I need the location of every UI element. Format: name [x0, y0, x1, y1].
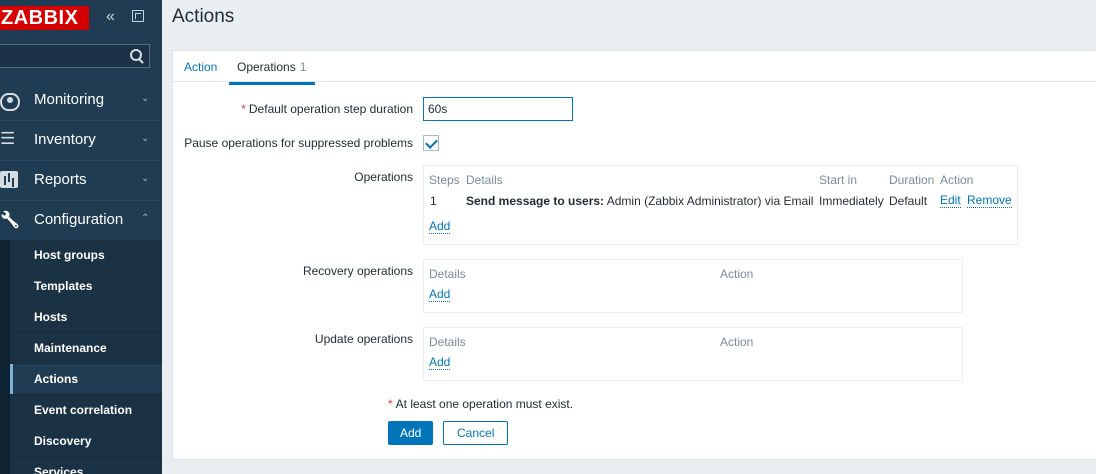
submenu-indent-bar [0, 240, 10, 474]
edit-operation-link[interactable]: Edit [940, 194, 961, 208]
page-title: Actions [172, 6, 235, 27]
action-form-panel: Action Operations 1 * Default operation st… [172, 50, 1096, 460]
recovery-operations-table: Details Action Add [423, 259, 963, 313]
menu-monitoring[interactable]: Monitoring ⌄ [0, 80, 162, 120]
pause-suppressed-checkbox[interactable] [423, 135, 439, 151]
chevron-down-icon: ⌄ [141, 93, 150, 104]
column-header: Details [429, 335, 466, 349]
chevron-up-icon: ⌃ [141, 213, 150, 224]
operation-start-in: Immediately [819, 194, 884, 208]
submenu-label: Event correlation [34, 403, 133, 417]
tab-action[interactable]: Action [184, 60, 217, 74]
column-header: Steps [429, 173, 460, 187]
submenu-label: Actions [34, 372, 79, 386]
operation-details: Send message to users: Admin (Zabbix Adm… [466, 194, 813, 208]
sidebar-search-input[interactable] [0, 44, 150, 68]
menu-configuration[interactable]: Configuration ⌃ [0, 200, 162, 240]
required-marker: * [388, 397, 393, 411]
add-operation-link[interactable]: Add [429, 220, 451, 234]
update-operations-table: Details Action Add [423, 327, 963, 381]
column-header: Action [720, 267, 754, 281]
operation-details-target: Admin (Zabbix Administrator) via Email [604, 194, 814, 208]
tab-label: Action [184, 60, 218, 74]
submenu-label: Services [34, 465, 84, 474]
column-header: Action [940, 173, 974, 187]
add-recovery-operation-link[interactable]: Add [429, 288, 451, 302]
sidebar: ZABBIX « Monitoring ⌄ Inventory ⌄ Report… [0, 0, 162, 474]
step-duration-label-text: Default operation step duration [248, 102, 413, 116]
menu-label: Configuration [34, 211, 124, 228]
step-duration-input[interactable] [423, 97, 573, 121]
search-icon[interactable] [130, 49, 144, 63]
column-header: Start in [819, 173, 858, 187]
collapse-sidebar-icon[interactable]: « [106, 9, 122, 25]
submenu-item-hosts[interactable]: Hosts [10, 302, 162, 332]
operations-label: Operations [354, 170, 413, 184]
menu-label: Monitoring [34, 91, 105, 108]
submenu-item-host-groups[interactable]: Host groups [10, 240, 162, 270]
add-button[interactable]: Add [388, 421, 434, 445]
chevron-down-icon: ⌄ [141, 133, 150, 144]
menu-reports[interactable]: Reports ⌄ [0, 160, 162, 200]
list-icon [0, 129, 20, 149]
submenu-item-maintenance[interactable]: Maintenance [10, 333, 162, 363]
column-header: Details [429, 267, 466, 281]
tab-operations[interactable]: Operations 1 [229, 60, 315, 85]
submenu-item-templates[interactable]: Templates [10, 271, 162, 301]
tab-count-badge: 1 [299, 60, 307, 74]
tab-label: Operations [237, 60, 296, 74]
menu-inventory[interactable]: Inventory ⌄ [0, 120, 162, 160]
submenu-label: Templates [34, 279, 93, 293]
cancel-button[interactable]: Cancel [443, 421, 509, 445]
tab-bar: Action Operations 1 [173, 51, 1096, 85]
step-duration-label: * Default operation step duration [173, 102, 413, 116]
menu-label: Inventory [34, 131, 96, 148]
menu-label: Reports [34, 171, 87, 188]
operation-details-type: Send message to users: [466, 194, 605, 208]
zabbix-logo[interactable]: ZABBIX [0, 6, 89, 30]
recovery-operations-label: Recovery operations [302, 264, 413, 278]
submenu-label: Discovery [34, 434, 92, 448]
kiosk-mode-icon[interactable] [132, 10, 144, 22]
column-header: Action [720, 335, 754, 349]
submenu-label: Host groups [34, 248, 105, 262]
logo-row: ZABBIX « [0, 0, 162, 38]
operations-table: Steps Details Start in Duration Action 1… [423, 165, 1018, 245]
update-operations-label: Update operations [314, 332, 413, 346]
operation-duration: Default [889, 194, 928, 208]
pause-suppressed-label: Pause operations for suppressed problems [184, 136, 413, 150]
submenu-item-discovery[interactable]: Discovery [10, 426, 162, 456]
submenu-item-event-correlation[interactable]: Event correlation [10, 395, 162, 425]
submenu-label: Hosts [34, 310, 68, 324]
eye-icon [0, 93, 20, 111]
bar-chart-icon [0, 171, 18, 188]
wrench-icon [0, 211, 20, 229]
column-header: Details [466, 173, 503, 187]
column-header: Duration [889, 173, 935, 187]
submenu-item-actions[interactable]: Actions [10, 364, 162, 394]
add-update-operation-link[interactable]: Add [429, 356, 451, 370]
operation-required-warning: * At least one operation must exist. [388, 397, 573, 411]
required-marker: * [241, 102, 246, 116]
submenu-item-services[interactable]: Services [10, 457, 162, 474]
remove-operation-link[interactable]: Remove [967, 194, 1012, 208]
warning-text: At least one operation must exist. [395, 397, 574, 411]
chevron-down-icon: ⌄ [141, 173, 150, 184]
submenu-label: Maintenance [34, 341, 107, 355]
operation-step: 1 [430, 194, 437, 208]
